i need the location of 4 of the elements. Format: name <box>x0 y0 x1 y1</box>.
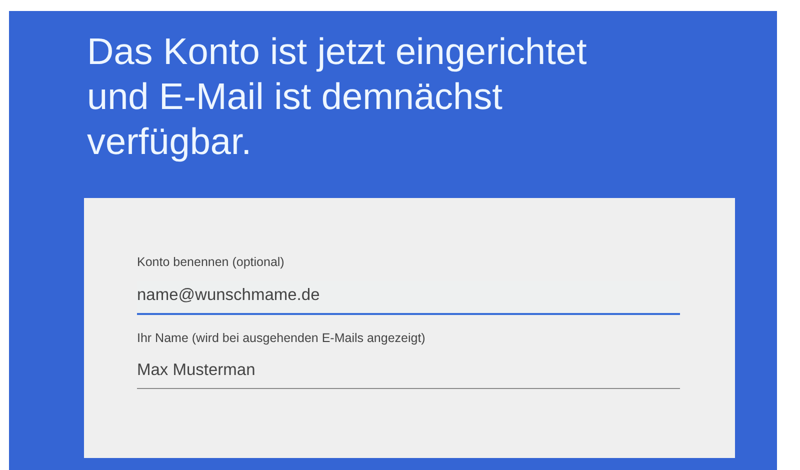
heading: Das Konto ist jetzt eingerichtet und E-Mail ist demnächst verfügbar. <box>87 30 588 164</box>
field-label: Konto benennen (optional) <box>137 254 286 271</box>
text-field[interactable]: Max Musterman <box>137 356 680 389</box>
field-label: Ihr Name (wird bei ausgehenden E-Mails angezeigt) <box>137 330 426 347</box>
